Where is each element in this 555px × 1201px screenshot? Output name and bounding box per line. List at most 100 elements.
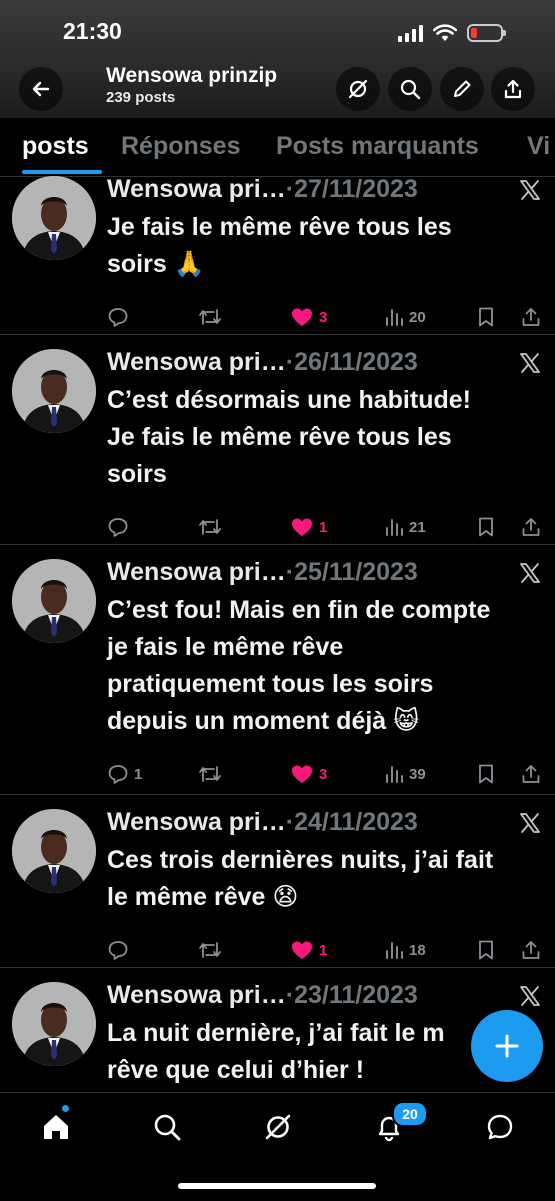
tab-media[interactable]: Vi [527,132,550,161]
post-author[interactable]: Wensowa pri… [107,981,286,1009]
post-date[interactable]: ·24/11/2023 [286,808,418,836]
x-logo-button[interactable] [518,178,542,202]
bookmark-icon [479,307,493,327]
post-author[interactable]: Wensowa pri… [107,558,286,586]
post-header: Wensowa pri…·23/11/2023 [107,981,418,1011]
bookmark-button[interactable] [476,938,496,962]
profile-header: 21:30 Wensowa prinzip 239 posts [0,0,555,118]
like-count: 3 [319,308,328,326]
edit-button[interactable] [440,67,484,111]
reply-button[interactable] [107,938,134,962]
reply-button[interactable] [107,305,134,329]
x-logo-button[interactable] [518,984,542,1008]
bookmark-icon [479,517,493,537]
heart-icon [292,518,312,536]
post-author[interactable]: Wensowa pri… [107,176,286,203]
share-icon [504,79,522,99]
views-button[interactable]: 39 [384,762,426,786]
post-date[interactable]: ·27/11/2023 [286,176,418,203]
x-logo-button[interactable] [518,351,542,375]
reply-button[interactable] [107,515,134,539]
wifi-icon [433,24,457,41]
tab-posts[interactable]: posts [22,132,89,161]
tab-highlights[interactable]: Posts marquants [276,132,479,161]
post-author[interactable]: Wensowa pri… [107,808,286,836]
repost-button[interactable] [198,305,227,329]
avatar[interactable] [12,809,96,893]
views-button[interactable]: 20 [384,305,426,329]
post-text-line: Ces trois dernières nuits, j’ai fait [107,846,494,874]
nav-messages[interactable] [480,1107,520,1147]
avatar[interactable] [12,559,96,643]
views-button[interactable]: 21 [384,515,426,539]
x-logo-icon [520,813,540,833]
bookmark-button[interactable] [476,762,496,786]
nav-grok[interactable] [258,1107,298,1147]
repost-button[interactable] [198,938,227,962]
search-icon [400,79,421,100]
repost-button[interactable] [198,762,227,786]
post-text-line: C’est fou! Mais en fin de compte [107,596,491,624]
share-post-button[interactable] [520,762,542,786]
share-post-button[interactable] [520,515,542,539]
nav-home[interactable] [36,1107,76,1147]
repost-icon [199,309,221,325]
post-count: 239 posts [106,89,176,106]
compose-button[interactable] [471,1010,543,1082]
post-text: C’est fou! Mais en fin de compte je fais … [107,592,547,740]
post-text-line: C’est désormais une habitude! [107,386,471,414]
share-profile-button[interactable] [491,67,535,111]
reply-icon [108,518,128,537]
views-button[interactable]: 18 [384,938,426,962]
post-text-line: depuis un moment déjà 😸 [107,707,420,735]
tab-replies[interactable]: Réponses [121,132,240,161]
reply-count: 1 [134,765,143,783]
share-post-button[interactable] [520,305,542,329]
grok-icon [348,79,368,99]
heart-icon [292,765,312,783]
x-logo-button[interactable] [518,811,542,835]
grok-icon [265,1114,291,1140]
post-date[interactable]: ·25/11/2023 [286,558,418,586]
avatar[interactable] [12,982,96,1066]
home-icon [44,1115,68,1139]
grok-button[interactable] [336,67,380,111]
post-item[interactable]: Wensowa pri…·24/11/2023 Ces trois dernièr… [0,795,555,968]
post-text: Ces trois dernières nuits, j’ai fait le m… [107,842,547,916]
post-text-line: je fais le même rêve [107,633,344,661]
post-item[interactable]: Wensowa pri…·27/11/2023 Je fais le même r… [0,176,555,335]
home-unread-dot [62,1105,69,1112]
share-post-button[interactable] [520,938,542,962]
like-button[interactable]: 3 [290,762,327,786]
x-logo-button[interactable] [518,561,542,585]
profile-name: Wensowa prinzip [106,64,278,87]
post-header: Wensowa pri…·26/11/2023 [107,348,418,378]
status-icons [398,22,506,44]
active-tab-indicator [22,170,102,174]
avatar[interactable] [12,176,96,260]
views-icon [386,519,403,536]
plus-icon [495,1034,519,1058]
view-count: 18 [409,941,426,959]
post-date[interactable]: ·26/11/2023 [286,348,418,376]
post-date[interactable]: ·23/11/2023 [286,981,418,1009]
repost-button[interactable] [198,515,227,539]
views-icon [386,766,403,783]
like-button[interactable]: 1 [290,515,327,539]
post-author[interactable]: Wensowa pri… [107,348,286,376]
avatar-photo-icon [12,176,96,260]
post-item[interactable]: Wensowa pri…·26/11/2023 C’est désormais u… [0,335,555,545]
post-item[interactable]: Wensowa pri…·25/11/2023 C’est fou! Mais e… [0,545,555,795]
avatar[interactable] [12,349,96,433]
messages-icon [487,1114,513,1140]
reply-button[interactable]: 1 [107,762,142,786]
nav-search[interactable] [147,1107,187,1147]
like-button[interactable]: 1 [290,938,327,962]
back-button[interactable] [19,67,63,111]
search-button[interactable] [388,67,432,111]
bookmark-button[interactable] [476,305,496,329]
bookmark-button[interactable] [476,515,496,539]
like-button[interactable]: 3 [290,305,327,329]
bookmark-icon [479,940,493,960]
post-item[interactable]: Wensowa pri…·23/11/2023 La nuit dernière,… [0,968,555,1092]
